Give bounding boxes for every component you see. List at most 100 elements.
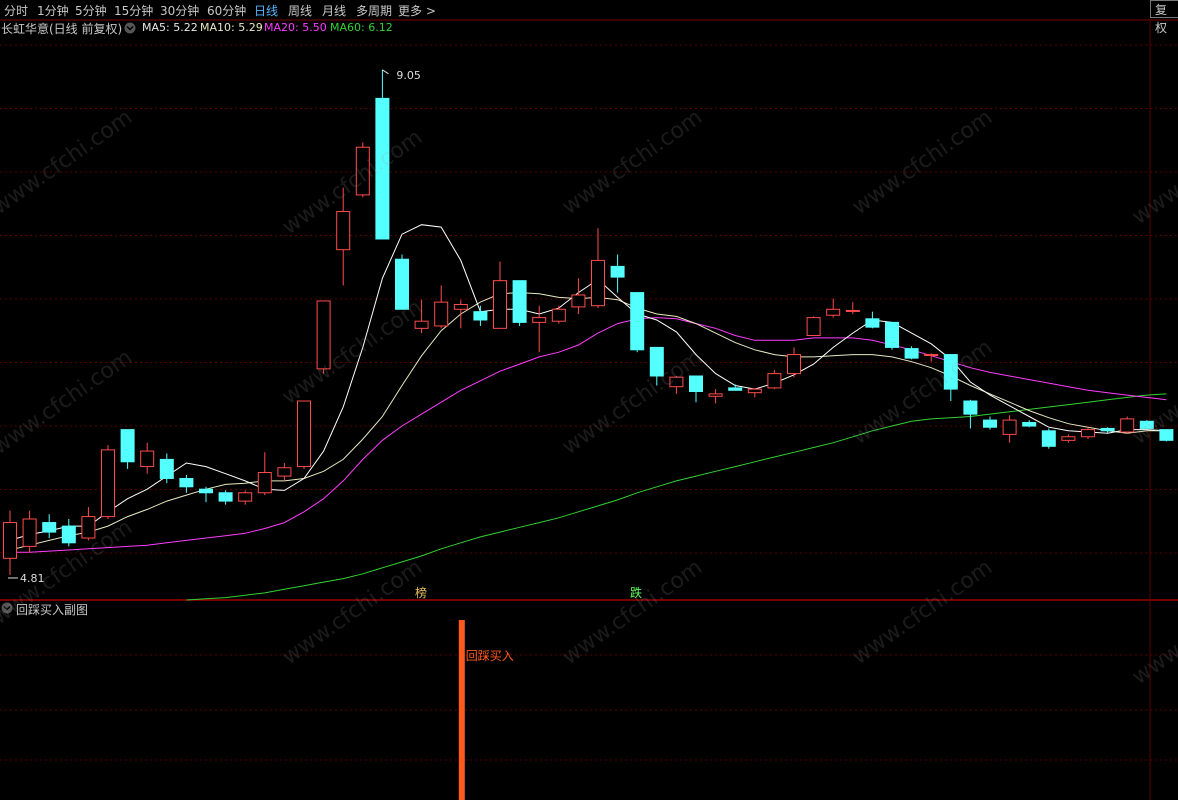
candle <box>395 254 409 310</box>
ma5-value: MA5: 5.22 <box>142 21 198 34</box>
candle-body <box>983 419 997 428</box>
candle-body <box>199 488 213 494</box>
candle-body <box>1120 418 1135 433</box>
candle <box>610 254 625 293</box>
candle-body <box>767 373 782 389</box>
candle <box>218 490 233 505</box>
candle <box>473 305 488 326</box>
candle-body <box>1041 430 1056 447</box>
period-tab-9[interactable]: 多周期 <box>356 2 392 19</box>
chevron-down-icon[interactable] <box>124 22 136 34</box>
signal-label: 回踩买入 <box>466 649 514 663</box>
candle <box>551 305 566 324</box>
kline-chart[interactable]: 9.05 4.81 榜 跌 回踩买入 <box>0 0 1178 800</box>
candle-body <box>826 308 841 316</box>
candle-body <box>610 265 625 278</box>
ma20-value: MA20: 5.50 <box>264 21 327 34</box>
marker-die: 跌 <box>630 585 642 600</box>
candle <box>1081 427 1095 440</box>
candle-body <box>218 492 233 502</box>
candle <box>1061 434 1076 443</box>
candle-body <box>61 525 76 544</box>
candle <box>943 354 958 402</box>
high-price-label: 9.05 <box>396 69 421 82</box>
candle <box>297 400 311 469</box>
candle <box>453 299 468 329</box>
chevron-down-icon[interactable] <box>1 602 13 614</box>
candle-body <box>845 309 860 312</box>
candle-body <box>1061 436 1076 441</box>
candle-body <box>22 518 37 547</box>
candle-body <box>865 318 880 328</box>
candle-body <box>806 317 821 336</box>
candle <box>355 142 370 198</box>
candle-body <box>1100 427 1115 432</box>
candle <box>591 228 605 309</box>
candle-body <box>453 304 468 310</box>
candle-body <box>571 294 586 308</box>
candle-body <box>728 387 743 391</box>
period-tab-3[interactable]: 15分钟 <box>114 2 153 19</box>
period-tab-4[interactable]: 30分钟 <box>160 2 199 19</box>
candle-body <box>395 258 409 310</box>
candle-body <box>787 354 801 375</box>
candle-body <box>473 311 488 321</box>
candle-body <box>630 292 645 351</box>
candle <box>708 389 723 404</box>
candle <box>81 507 96 541</box>
candle <box>159 453 174 484</box>
candle-body <box>257 472 272 494</box>
candle <box>963 399 978 429</box>
candle-body <box>904 348 919 359</box>
candle-body <box>512 280 527 323</box>
candle-body <box>3 522 17 559</box>
candle-body <box>1022 421 1037 427</box>
candle <box>199 486 213 503</box>
period-tab-7[interactable]: 周线 <box>288 2 312 19</box>
period-tab-0[interactable]: 分时 <box>4 2 28 19</box>
candle-body <box>120 429 135 463</box>
candle-body <box>297 400 311 468</box>
period-toolbar: 分时 1分钟 5分钟 15分钟 30分钟 60分钟 日线 周线 月线 多周期 更多 > <box>0 0 1178 20</box>
candle <box>649 346 664 386</box>
candle <box>983 416 997 430</box>
candle-body <box>708 393 723 397</box>
candle <box>3 510 17 575</box>
candle <box>120 429 135 469</box>
candle <box>747 387 762 398</box>
fuquan-button[interactable]: 复权 <box>1150 0 1178 35</box>
candle <box>434 285 449 329</box>
candle <box>493 261 507 329</box>
candle <box>414 299 429 334</box>
period-tab-1[interactable]: 1分钟 <box>37 2 69 19</box>
ma5-line <box>9 224 1167 541</box>
candle-body <box>375 97 390 240</box>
candle <box>140 442 155 474</box>
period-tab-8[interactable]: 月线 <box>322 2 346 19</box>
candle <box>22 510 37 553</box>
candle <box>512 280 527 326</box>
candle <box>826 298 841 318</box>
candle <box>316 300 331 374</box>
marker-bang: 榜 <box>415 585 427 600</box>
candle <box>101 445 115 519</box>
candle-body <box>1139 420 1154 429</box>
subchart-title: 回踩买入副图 <box>16 603 89 617</box>
candle <box>1022 420 1037 428</box>
period-tab-2[interactable]: 5分钟 <box>75 2 107 19</box>
candle <box>885 321 899 350</box>
candle <box>277 462 292 481</box>
candle-body <box>885 321 899 348</box>
low-price-label: 4.81 <box>20 572 45 585</box>
candle-body <box>649 346 664 377</box>
grid-lines <box>0 19 1178 800</box>
candle-body <box>414 320 429 329</box>
candle-body <box>591 259 605 307</box>
period-tab-10[interactable]: 更多 > <box>398 2 436 19</box>
period-tab-6[interactable]: 日线 <box>254 2 278 19</box>
period-tab-5[interactable]: 60分钟 <box>207 2 246 19</box>
candle <box>1159 429 1174 442</box>
candle-body <box>1159 429 1174 441</box>
candle <box>845 302 860 315</box>
candle-body <box>238 492 253 502</box>
